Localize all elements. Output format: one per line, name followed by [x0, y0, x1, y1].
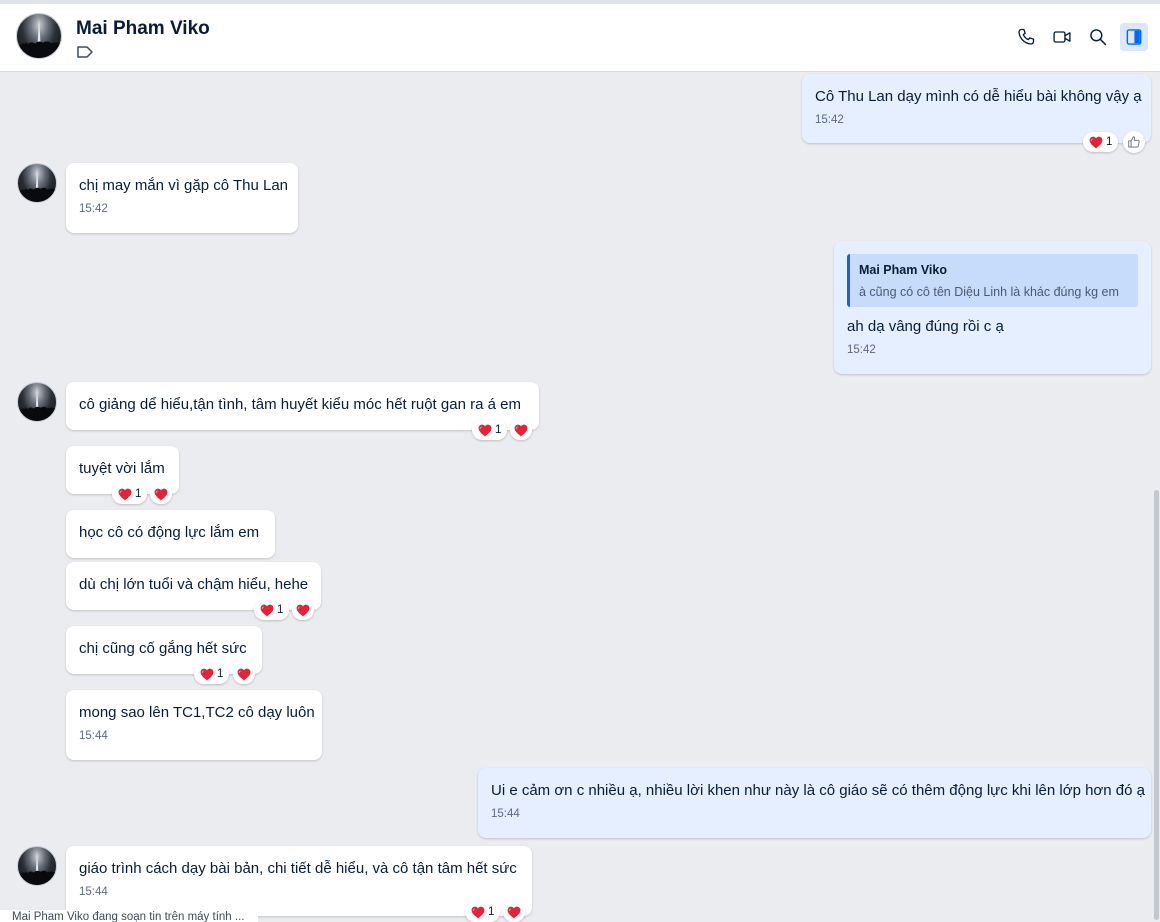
message-time: 15:44: [79, 886, 108, 898]
heart-icon: [200, 668, 214, 681]
sender-avatar[interactable]: [17, 163, 57, 203]
heart-icon: [514, 424, 528, 437]
quoted-message[interactable]: Mai Pham Viko à cũng có cô tên Diệu Linh…: [847, 254, 1138, 307]
add-reaction-button[interactable]: [1123, 131, 1145, 153]
their-message-bubble[interactable]: cô giảng dể hiểu,tận tình, tâm huyết kiể…: [66, 382, 539, 430]
scrollbar[interactable]: [1154, 490, 1159, 920]
message-time: 15:44: [491, 808, 520, 820]
heart-icon: [260, 604, 274, 617]
typing-indicator: Mai Pham Viko đang soạn tin trên máy tín…: [0, 910, 259, 922]
video-call-button[interactable]: [1048, 23, 1076, 51]
heart-icon: [471, 906, 485, 919]
sender-avatar[interactable]: [17, 382, 57, 422]
their-message-bubble[interactable]: chị cũng cố gắng hết sức: [66, 626, 262, 674]
message-time: 15:42: [79, 203, 108, 215]
reaction-badge[interactable]: 1: [465, 902, 501, 922]
phone-call-button[interactable]: [1012, 23, 1040, 51]
label-tag-icon[interactable]: [76, 45, 94, 59]
toggle-info-panel-button[interactable]: [1120, 23, 1148, 51]
message-text: học cô có động lực lắm em: [79, 524, 260, 541]
reaction-badge[interactable]: 1: [472, 420, 508, 440]
search-icon: [1090, 29, 1107, 46]
reaction-count: 1: [1106, 136, 1113, 148]
message-time: 15:42: [847, 344, 876, 356]
my-message-bubble[interactable]: Ui e cảm ơn c nhiều ạ, nhiều lời khen nh…: [478, 768, 1151, 838]
toggle-panel-icon: [1126, 29, 1142, 45]
heart-icon: [154, 488, 168, 501]
message-text: Ui e cảm ơn c nhiều ạ, nhiều lời khen nh…: [491, 782, 1145, 799]
reaction-badge[interactable]: 1: [254, 600, 290, 620]
message-text: dù chị lớn tuổi và chậm hiểu, hehe: [79, 576, 309, 593]
their-message-bubble[interactable]: mong sao lên TC1,TC2 cô dạy luôn 15:44: [66, 690, 322, 760]
react-heart-button[interactable]: [150, 484, 172, 504]
message-text: Cô Thu Lan dạy mình có dễ hiểu bài không…: [815, 88, 1142, 105]
their-message-bubble[interactable]: giáo trình cách dạy bài bản, chi tiết dễ…: [66, 846, 532, 916]
reaction-count: 1: [495, 424, 502, 436]
chat-header: Mai Pham Viko: [0, 4, 1160, 72]
search-button[interactable]: [1084, 23, 1112, 51]
their-message-bubble[interactable]: chị may mắn vì gặp cô Thu Lan 15:42: [66, 163, 298, 233]
message-text: ah dạ vâng đúng rồi c ạ: [847, 318, 1004, 335]
react-heart-button[interactable]: [233, 664, 255, 684]
message-text: tuyệt vời lắm: [79, 460, 165, 477]
quoted-sender: Mai Pham Viko: [859, 263, 947, 277]
heart-icon: [1089, 136, 1103, 149]
video-call-icon: [1053, 31, 1071, 43]
reaction-count: 1: [217, 668, 224, 680]
heart-icon: [237, 668, 251, 681]
message-text: giáo trình cách dạy bài bản, chi tiết dễ…: [79, 860, 517, 877]
reaction-count: 1: [135, 488, 142, 500]
contact-name[interactable]: Mai Pham Viko: [76, 18, 210, 40]
message-text: chị cũng cố gắng hết sức: [79, 640, 247, 657]
quoted-text: à cũng có cô tên Diệu Linh là khác đúng …: [859, 285, 1119, 299]
their-message-bubble[interactable]: học cô có động lực lắm em: [66, 510, 275, 558]
heart-icon: [296, 604, 310, 617]
message-text: chị may mắn vì gặp cô Thu Lan: [79, 177, 289, 194]
heart-icon: [507, 906, 521, 919]
message-text: cô giảng dể hiểu,tận tình, tâm huyết kiể…: [79, 396, 521, 413]
heart-icon: [118, 488, 132, 501]
react-heart-button[interactable]: [292, 600, 314, 620]
reaction-badge[interactable]: 1: [1083, 132, 1119, 152]
sender-avatar[interactable]: [17, 846, 57, 886]
thumbs-up-icon: [1128, 136, 1140, 148]
contact-avatar[interactable]: [16, 13, 62, 59]
message-time: 15:44: [79, 730, 108, 742]
phone-icon: [1018, 28, 1035, 45]
react-heart-button[interactable]: [503, 902, 525, 922]
my-reply-bubble[interactable]: Mai Pham Viko à cũng có cô tên Diệu Linh…: [834, 241, 1151, 374]
react-heart-button[interactable]: [510, 420, 532, 440]
message-text: mong sao lên TC1,TC2 cô dạy luôn: [79, 704, 315, 721]
reaction-count: 1: [277, 604, 284, 616]
reaction-count: 1: [488, 906, 495, 918]
message-time: 15:42: [815, 114, 844, 126]
heart-icon: [478, 424, 492, 437]
reaction-badge[interactable]: 1: [194, 664, 230, 684]
reaction-badge[interactable]: 1: [112, 484, 148, 504]
